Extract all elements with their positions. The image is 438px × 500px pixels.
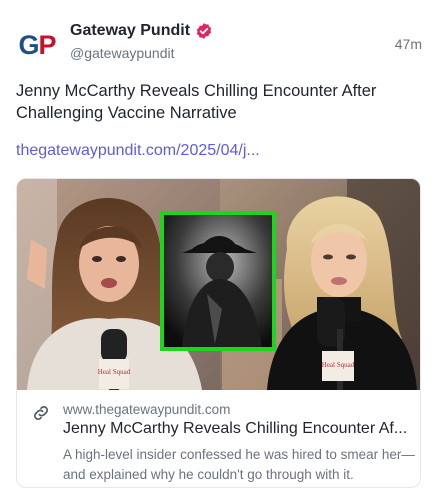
mic-label-right: Heal Squad xyxy=(322,361,355,369)
post-link[interactable]: thegatewaypundit.com/2025/04/j... xyxy=(16,142,260,160)
mic-label-left: Heal Squad xyxy=(98,368,131,376)
card-description: A high-level insider confessed he was hi… xyxy=(63,447,415,482)
author-handle[interactable]: @gatewaypundit xyxy=(70,45,175,61)
post[interactable]: GP Gateway Pundit @gatewaypundit 47m Jen… xyxy=(0,0,438,500)
card-meta: www.thegatewaypundit.com Jenny McCarthy … xyxy=(17,391,420,487)
author-row: Gateway Pundit xyxy=(70,22,213,40)
card-domain[interactable]: www.thegatewaypundit.com xyxy=(63,402,230,417)
post-timestamp[interactable]: 47m xyxy=(395,36,422,52)
card-title[interactable]: Jenny McCarthy Reveals Chilling Encounte… xyxy=(63,420,415,438)
preview-image[interactable]: Heal Squad Heal Squad xyxy=(17,179,420,390)
avatar-logo: GP xyxy=(18,29,56,60)
link-preview-card[interactable]: Heal Squad Heal Squad www.thegatewaypund… xyxy=(16,178,421,488)
post-text: Jenny McCarthy Reveals Chilling Encounte… xyxy=(16,82,377,122)
link-icon xyxy=(34,406,48,420)
verified-badge-icon xyxy=(196,23,212,39)
author-name[interactable]: Gateway Pundit xyxy=(70,22,190,40)
avatar[interactable]: GP xyxy=(14,22,60,68)
